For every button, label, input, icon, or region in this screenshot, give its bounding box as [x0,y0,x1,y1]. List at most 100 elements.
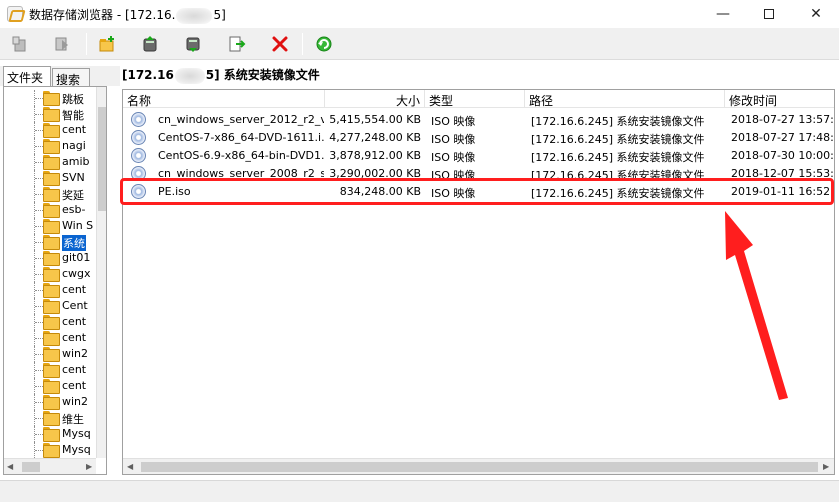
close-icon: ✕ [810,6,822,22]
delete-icon [272,36,288,52]
highlight-box [120,178,834,205]
column-header-type[interactable]: 类型 [425,90,525,108]
tree-item[interactable]: 跳板 [4,90,97,106]
minimize-button[interactable]: — [700,0,746,28]
folder-icon [43,283,60,298]
tree-item[interactable]: win2 [4,394,97,410]
tree-item[interactable]: 奖延 [4,186,97,202]
folder-icon [43,443,60,458]
file-row[interactable]: CentOS-6.9-x86_64-bin-DVD1... 3,878,912.0… [123,146,834,164]
tree-item[interactable]: 智能 [4,106,97,122]
file-size: 4,277,248.00 KB [329,131,421,144]
download-button[interactable] [50,32,74,56]
tree-item-label: cent [62,283,87,296]
folder-icon [43,123,60,138]
file-type: ISO 映像 [431,133,476,146]
folder-tree[interactable]: 跳板 智能 cent nagi amib SVN 奖延 esb- Win S 系统 git01 cwg… [3,86,107,475]
file-list[interactable]: 名称 大小 类型 路径 修改时间 cn_windows_server_2012_… [122,89,835,475]
tree-item-label: Win S [62,219,94,232]
folder-icon [43,411,60,426]
folder-icon [43,139,60,154]
list-horizontal-scrollbar[interactable]: ◀ ▶ [123,458,834,474]
tree-item-label: 奖延 [62,189,84,202]
scroll-thumb[interactable] [98,107,106,211]
tree-item[interactable]: cent [4,362,97,378]
column-header-path[interactable]: 路径 [525,90,725,108]
tree-item[interactable]: nagi [4,138,97,154]
tree-item[interactable]: 维生 [4,410,97,426]
move-button[interactable] [225,32,249,56]
file-row[interactable]: cn_windows_server_2012_r2_v... 5,415,554.… [123,110,834,128]
download-file-button[interactable] [181,32,205,56]
scroll-left-icon[interactable]: ◀ [7,462,13,471]
new-folder-button[interactable] [95,32,119,56]
download-icon [55,37,68,51]
scroll-thumb[interactable] [141,462,818,472]
upload-file-button[interactable] [138,32,162,56]
folder-icon [43,187,60,202]
tree-item[interactable]: cwgx [4,266,97,282]
tree-connector [35,98,43,99]
close-button[interactable]: ✕ [793,0,839,28]
tab-folders[interactable]: 文件夹 [3,66,51,86]
maximize-button[interactable] [746,0,792,28]
tree-connector [35,354,43,355]
window-title-suffix: 5] [213,8,226,22]
window-title: 数据存储浏览器 - [172.16. 5] [29,6,226,24]
tree-item-label: 维生 [62,413,84,426]
folder-icon [43,251,60,266]
folder-icon [43,203,60,218]
disc-image-icon [131,148,146,163]
tree-item-label: cent [62,379,87,392]
tree-connector [35,258,43,259]
tree-item-label: Mysq [62,427,91,440]
tree-item[interactable]: cent [4,378,97,394]
tree-item[interactable]: Mysq [4,426,97,442]
file-name: cn_windows_server_2012_r2_v... [158,113,324,126]
tree-item[interactable]: Win S [4,218,97,234]
scroll-thumb[interactable] [22,462,40,472]
tree-connector [35,130,43,131]
redacted-mask [174,67,205,84]
delete-button[interactable] [268,32,292,56]
tree-connector [35,402,43,403]
tree-item-label: SVN [62,171,85,184]
tree-item-label: win2 [62,347,89,360]
refresh-button[interactable] [312,32,336,56]
file-modified: 2018-07-27 13:57:42 [731,113,834,126]
file-row[interactable]: CentOS-7-x86_64-DVD-1611.i... 4,277,248.0… [123,128,834,146]
redacted-mask [176,7,213,24]
tree-item[interactable]: win2 [4,346,97,362]
column-header-name[interactable]: 名称 [123,90,325,108]
upload-button[interactable] [8,32,32,56]
tree-item-label: git01 [62,251,91,264]
tree-item-label: 系统 [62,235,86,251]
tree-item[interactable]: Mysq [4,442,97,458]
tree-item[interactable]: amib [4,154,97,170]
tree-vertical-scrollbar[interactable] [96,87,106,458]
tree-item-label: cwgx [62,267,91,280]
scroll-right-icon[interactable]: ▶ [823,462,829,471]
upload-file-icon [143,36,157,52]
tree-connector [35,322,43,323]
column-header-modified[interactable]: 修改时间 [725,90,834,108]
tree-item[interactable]: cent [4,122,97,138]
tree-item[interactable]: Cent [4,298,97,314]
tree-item[interactable]: SVN [4,170,97,186]
tree-item[interactable]: git01 [4,250,97,266]
tree-item[interactable]: 系统 [4,234,97,251]
tree-item[interactable]: cent [4,282,97,298]
scroll-right-icon[interactable]: ▶ [86,462,92,471]
scroll-left-icon[interactable]: ◀ [127,462,133,471]
tree-item[interactable]: cent [4,330,97,346]
tab-search[interactable]: 搜索 [52,68,90,87]
upload-icon [12,36,26,52]
tree-item[interactable]: cent [4,314,97,330]
tree-item[interactable]: esb- [4,202,97,218]
column-header-size[interactable]: 大小 [325,90,425,108]
folder-icon [43,331,60,346]
tree-connector [35,194,43,195]
tree-connector [35,162,43,163]
tree-horizontal-scrollbar[interactable]: ◀ ▶ [4,458,96,474]
file-type: ISO 映像 [431,115,476,128]
